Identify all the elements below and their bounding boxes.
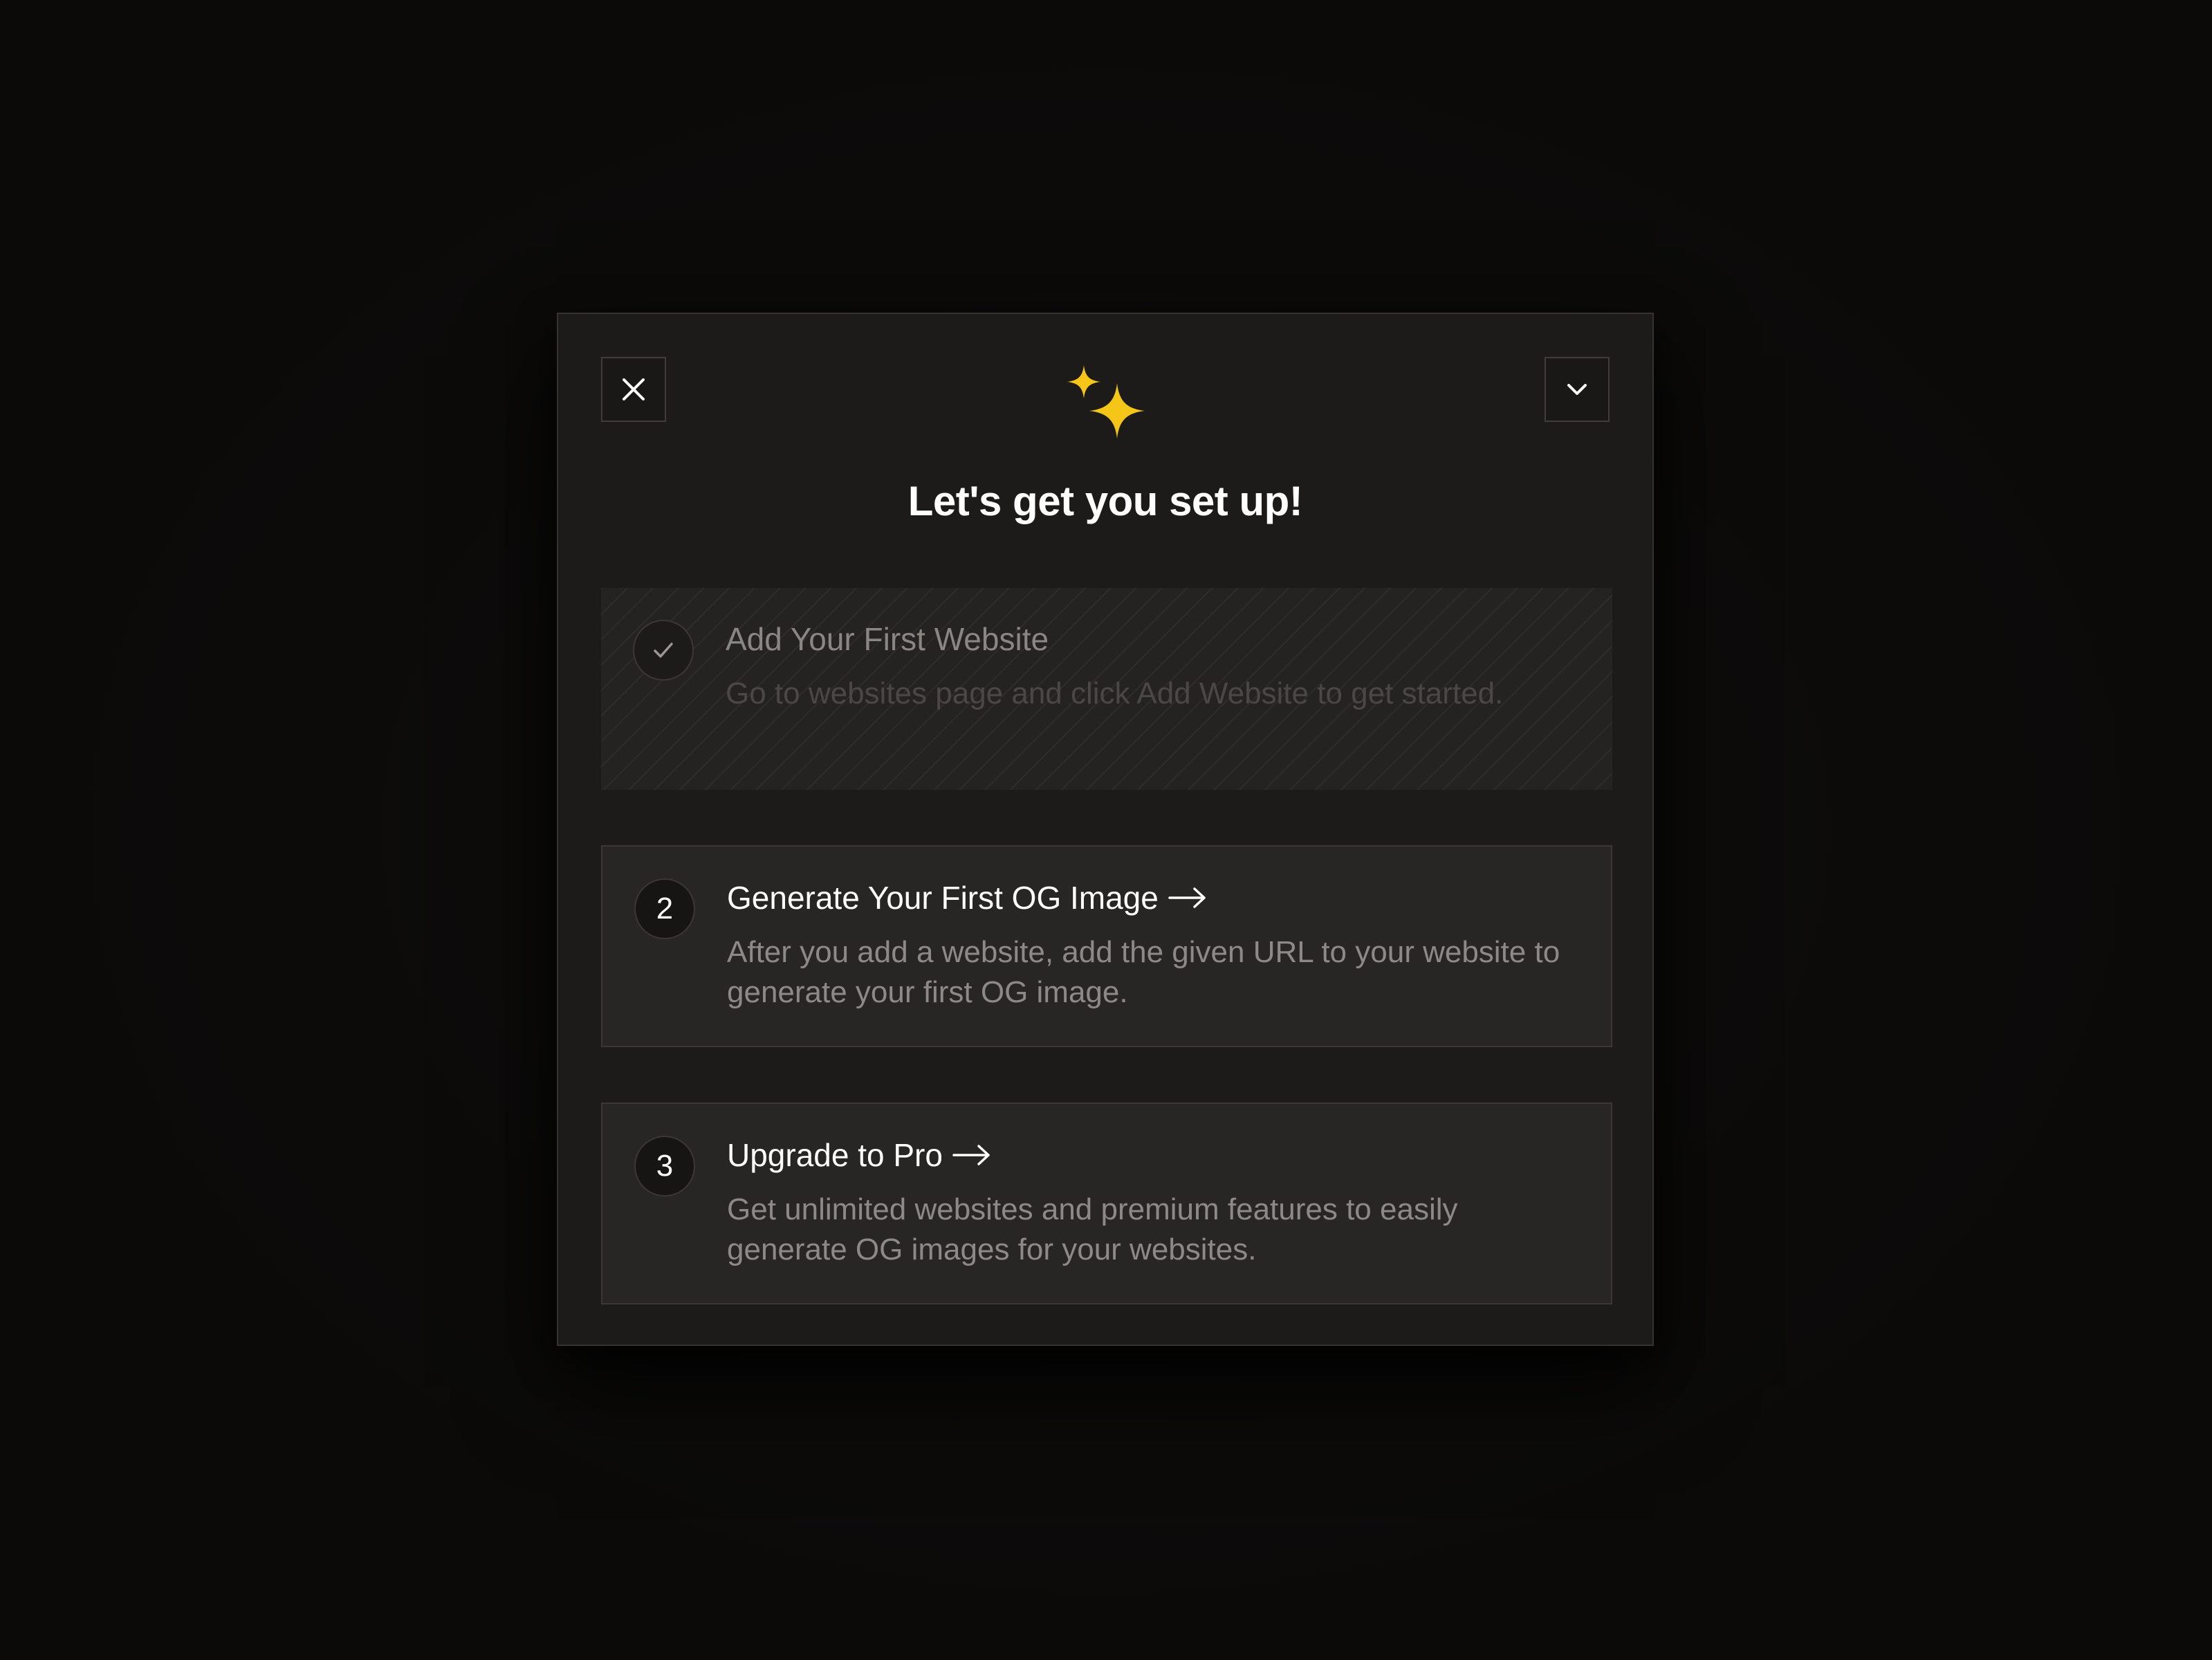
step-title[interactable]: Generate Your First OG Image <box>727 877 1207 919</box>
check-icon <box>654 643 673 658</box>
step-title-text: Upgrade to Pro <box>727 1137 943 1173</box>
step-title-text: Generate Your First OG Image <box>727 880 1159 916</box>
arrow-right-icon <box>952 1143 991 1167</box>
step-description: Get unlimited websites and premium featu… <box>727 1192 1458 1266</box>
close-icon <box>623 378 645 400</box>
backdrop: Let's get you set up! Add Your First Web… <box>0 0 2212 1660</box>
step-number-badge: 3 <box>634 1136 695 1197</box>
step-title[interactable]: Upgrade to Pro <box>727 1134 991 1176</box>
modal-title: Let's get you set up! <box>907 478 1303 524</box>
step-description: After you add a website, add the given U… <box>727 935 1560 1009</box>
sparkles-icon <box>1064 362 1150 448</box>
setup-step-upgrade-pro[interactable]: 3 Upgrade to Pro Get unlimited websites … <box>601 1103 1612 1304</box>
close-button[interactable] <box>601 357 666 422</box>
setup-step-add-website[interactable]: Add Your First Website Go to websites pa… <box>601 588 1612 790</box>
arrow-right-icon <box>1168 886 1207 910</box>
collapse-button[interactable] <box>1545 357 1610 422</box>
onboarding-modal: Let's get you set up! Add Your First Web… <box>557 313 1654 1346</box>
step-title-text: Add Your First Website <box>726 621 1049 657</box>
step-title: Add Your First Website <box>726 618 1049 660</box>
step-description: Go to websites page and click Add Websit… <box>726 676 1504 710</box>
step-status-badge <box>633 620 694 681</box>
step-number-badge: 2 <box>634 878 695 939</box>
chevron-down-icon <box>1567 384 1587 395</box>
setup-step-generate-og-image[interactable]: 2 Generate Your First OG Image After you… <box>601 845 1612 1047</box>
